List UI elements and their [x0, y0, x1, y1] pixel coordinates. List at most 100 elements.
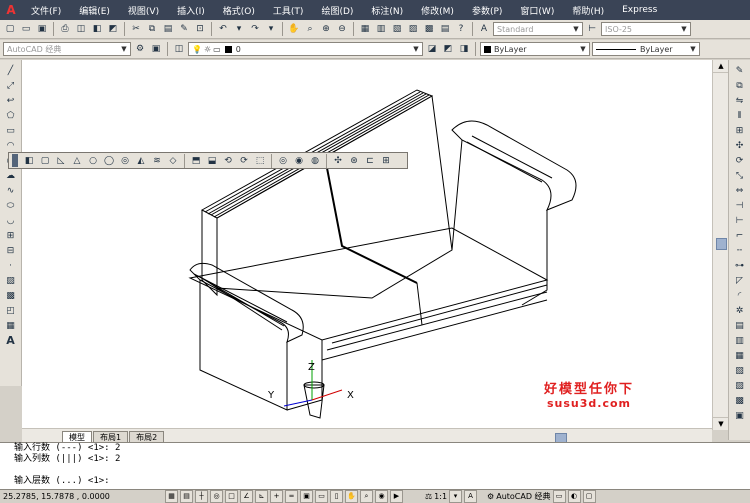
extrude-icon[interactable]: ⬒ [189, 154, 203, 168]
app-logo-icon[interactable]: A [0, 0, 22, 20]
array-icon[interactable]: ⊞ [733, 124, 747, 137]
menu-format[interactable]: 格式(O) [214, 4, 264, 17]
text-style-combo[interactable]: Standard ▼ [493, 22, 583, 36]
rectangle-icon[interactable]: ▭ [4, 124, 18, 137]
chevron-down-icon[interactable]: ▼ [679, 24, 689, 34]
menu-window[interactable]: 窗口(W) [511, 4, 563, 17]
intersect-icon[interactable]: ◍ [308, 154, 322, 168]
layer-state-icon[interactable]: ◨ [457, 42, 471, 56]
torus-icon[interactable]: ◎ [118, 154, 132, 168]
layout-icon[interactable]: ▧ [733, 364, 747, 377]
stretch-icon[interactable]: ⇔ [733, 184, 747, 197]
autoscale-icon[interactable]: A [464, 490, 478, 503]
color-combo[interactable]: ByLayer ▼ [480, 42, 590, 56]
copy-object-icon[interactable]: ⧉ [733, 79, 747, 92]
otrack-toggle-icon[interactable]: ∠ [240, 490, 253, 503]
union-icon[interactable]: ◎ [276, 154, 290, 168]
polygon-icon[interactable]: ⬠ [4, 109, 18, 122]
chevron-down-icon[interactable]: ▼ [571, 24, 581, 34]
new-file-icon[interactable]: ▢ [3, 22, 17, 36]
my-workspace-icon[interactable]: ▣ [149, 42, 163, 56]
menu-edit[interactable]: 编辑(E) [70, 4, 119, 17]
workspace-settings-icon[interactable]: ⚙ [133, 42, 147, 56]
wedge-icon[interactable]: ◺ [54, 154, 68, 168]
help-icon[interactable]: ? [454, 22, 468, 36]
cut-icon[interactable]: ✂ [129, 22, 143, 36]
match-properties-icon[interactable]: ✎ [177, 22, 191, 36]
scroll-up-icon[interactable]: ▲ [713, 60, 729, 73]
menu-help[interactable]: 帮助(H) [563, 4, 613, 17]
design-center-icon[interactable]: ▥ [374, 22, 388, 36]
copy-icon[interactable]: ⧉ [145, 22, 159, 36]
dyn-toggle-icon[interactable]: + [270, 490, 283, 503]
insert-block-icon[interactable]: ⊞ [4, 229, 18, 242]
menu-file[interactable]: 文件(F) [22, 4, 70, 17]
menu-modify[interactable]: 修改(M) [412, 4, 463, 17]
scroll-thumb[interactable] [716, 238, 727, 250]
zoom-previous-icon[interactable]: ⊖ [335, 22, 349, 36]
chevron-down-icon[interactable]: ▼ [411, 44, 421, 54]
vertical-scrollbar[interactable]: ▲ ▼ [712, 60, 729, 430]
zoom-realtime-icon[interactable]: ⌕ [303, 22, 317, 36]
break-at-point-icon[interactable]: ⌐ [733, 229, 747, 242]
clean-screen-icon[interactable]: ▢ [582, 490, 596, 503]
join-icon[interactable]: ⊶ [733, 259, 747, 272]
offset-icon[interactable]: ⫴ [733, 109, 747, 122]
group-icon[interactable]: ▦ [733, 349, 747, 362]
hatch-icon[interactable]: ▨ [4, 274, 18, 287]
layout-space-icon[interactable]: ▯ [330, 490, 343, 503]
arc-icon[interactable]: ◠ [4, 139, 18, 152]
3d-align-icon[interactable]: ⊏ [363, 154, 377, 168]
save-icon[interactable]: ▣ [35, 22, 49, 36]
point-icon[interactable]: · [4, 259, 18, 272]
scale-icon[interactable]: ⤡ [733, 169, 747, 182]
lwt-toggle-icon[interactable]: ═ [285, 490, 298, 503]
properties-panel-icon[interactable]: ▣ [733, 409, 747, 422]
pan-status-icon[interactable]: ✋ [345, 490, 358, 503]
model-space-icon[interactable]: ▭ [315, 490, 328, 503]
helix-icon[interactable]: ≋ [150, 154, 164, 168]
3d-dwf-icon[interactable]: ◩ [106, 22, 120, 36]
sweep-icon[interactable]: ⟲ [221, 154, 235, 168]
pan-icon[interactable]: ✋ [287, 22, 301, 36]
qp-toggle-icon[interactable]: ▣ [300, 490, 313, 503]
menu-parameter[interactable]: 参数(P) [463, 4, 511, 17]
region-icon[interactable]: ◰ [4, 304, 18, 317]
ducs-toggle-icon[interactable]: ⊾ [255, 490, 268, 503]
text-style-icon[interactable]: A [477, 22, 491, 36]
sphere-icon[interactable]: ○ [86, 154, 100, 168]
drawing-canvas[interactable]: Z X Y [22, 60, 712, 430]
loft-icon[interactable]: ⬚ [253, 154, 267, 168]
undo-dropdown-icon[interactable]: ▾ [232, 22, 246, 36]
chamfer-icon[interactable]: ◸ [733, 274, 747, 287]
chevron-down-icon[interactable]: ▼ [119, 44, 129, 54]
sheet-set-icon[interactable]: ▨ [406, 22, 420, 36]
polyline-icon[interactable]: ↩ [4, 94, 18, 107]
revolve-icon[interactable]: ⟳ [237, 154, 251, 168]
view-icon[interactable]: ▨ [733, 379, 747, 392]
table-icon[interactable]: ▦ [4, 319, 18, 332]
snap-toggle-icon[interactable]: ▦ [165, 490, 178, 503]
explode-icon[interactable]: ✲ [733, 304, 747, 317]
zoom-status-icon[interactable]: ⌕ [360, 490, 373, 503]
rotate-icon[interactable]: ⟳ [733, 154, 747, 167]
lock-icon[interactable]: ▭ [552, 490, 566, 503]
tool-palettes-icon[interactable]: ▧ [390, 22, 404, 36]
undo-icon[interactable]: ↶ [216, 22, 230, 36]
redo-dropdown-icon[interactable]: ▾ [264, 22, 278, 36]
isolate-icon[interactable]: ◐ [567, 490, 581, 503]
plot-icon[interactable]: ⎙ [58, 22, 72, 36]
workspace-combo[interactable]: AutoCAD 经典 ▼ [3, 42, 131, 56]
publish-icon[interactable]: ◧ [90, 22, 104, 36]
gradient-icon[interactable]: ▩ [4, 289, 18, 302]
workspace-switch-icon[interactable]: ⚙ [487, 492, 494, 501]
ellipse-icon[interactable]: ⬭ [4, 199, 18, 212]
chevron-down-icon[interactable]: ▼ [688, 44, 698, 54]
match-icon[interactable]: ▥ [733, 334, 747, 347]
linetype-combo[interactable]: ByLayer ▼ [592, 42, 700, 56]
paste-icon[interactable]: ▤ [161, 22, 175, 36]
menu-tools[interactable]: 工具(T) [264, 4, 313, 17]
toolbar-grip[interactable] [12, 154, 18, 167]
presspull-icon[interactable]: ⬓ [205, 154, 219, 168]
workspace-status-value[interactable]: AutoCAD 经典 [496, 491, 550, 502]
